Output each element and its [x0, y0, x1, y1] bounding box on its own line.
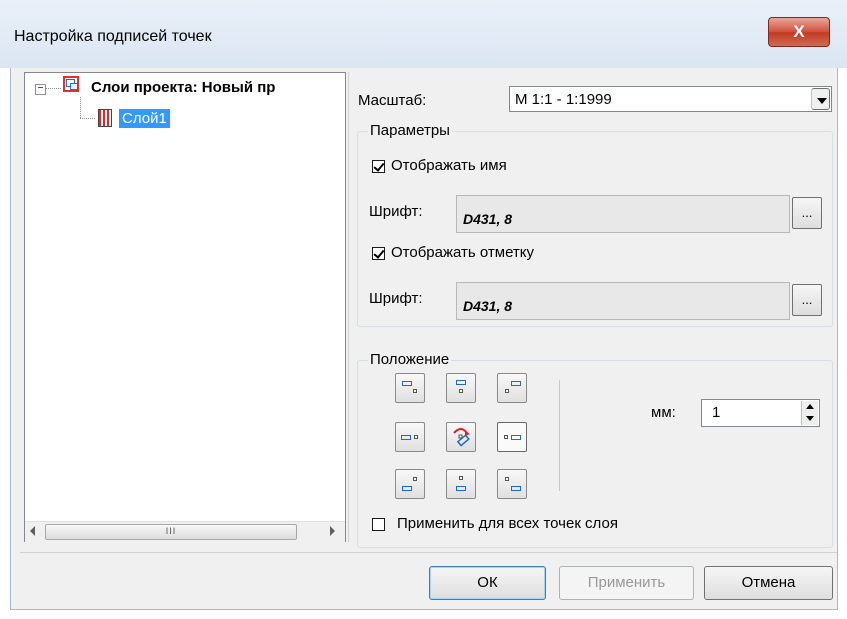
show-mark-label[interactable]: Отображать отметку	[391, 244, 534, 261]
chevron-down-icon[interactable]	[811, 88, 830, 110]
window-title: Настройка подписей точек	[14, 28, 212, 45]
position-group-title: Положение	[368, 351, 452, 368]
tree-connector	[46, 88, 61, 89]
font1-browse-button[interactable]: ...	[792, 197, 822, 229]
mm-spinner[interactable]: 1	[701, 399, 820, 427]
font2-field: D431, 8	[456, 282, 790, 320]
mm-value[interactable]: 1	[712, 404, 720, 421]
splitter[interactable]	[348, 72, 349, 542]
scale-value: М 1:1 - 1:1999	[515, 91, 612, 108]
font2-label: Шрифт:	[369, 290, 423, 307]
position-bottom-left-button[interactable]	[395, 469, 425, 499]
position-divider	[559, 380, 560, 491]
tree-item-layer1[interactable]: Слой1	[119, 109, 170, 128]
font1-field: D431, 8	[456, 195, 790, 233]
show-mark-checkbox[interactable]	[372, 247, 385, 260]
rotate-icon	[453, 428, 470, 447]
ok-button[interactable]: ОК	[429, 566, 546, 600]
scroll-right-icon[interactable]	[330, 526, 335, 536]
font2-value: D431, 8	[463, 298, 513, 314]
scroll-thumb[interactable]: III	[45, 524, 297, 540]
position-top-right-button[interactable]	[497, 373, 527, 403]
position-middle-left-button[interactable]	[395, 422, 425, 452]
font1-value: D431, 8	[463, 211, 513, 227]
spinner-down-icon[interactable]	[801, 413, 818, 425]
scale-label: Масштаб:	[358, 92, 427, 109]
apply-all-checkbox[interactable]	[372, 518, 385, 531]
mm-label: мм:	[651, 404, 676, 421]
position-top-center-button[interactable]	[446, 373, 476, 403]
position-top-left-button[interactable]	[395, 373, 425, 403]
show-name-label[interactable]: Отображать имя	[391, 157, 507, 174]
project-layers-icon	[63, 76, 79, 92]
font2-browse-button[interactable]: ...	[792, 284, 822, 316]
cancel-button[interactable]: Отмена	[704, 566, 833, 600]
position-bottom-right-button[interactable]	[497, 469, 527, 499]
tree-item-project-layers[interactable]: Слои проекта: Новый пр	[91, 79, 341, 96]
position-middle-right-button[interactable]	[497, 422, 527, 452]
tree-connector	[80, 118, 95, 119]
layers-tree[interactable]: − Слои проекта: Новый пр Слой1 III	[24, 72, 346, 542]
position-rotate-button[interactable]	[446, 422, 476, 452]
show-name-checkbox[interactable]	[372, 160, 385, 173]
tree-connector	[80, 97, 81, 118]
apply-all-label[interactable]: Применить для всех точек слоя	[397, 515, 618, 532]
layer-icon	[98, 109, 112, 127]
font1-label: Шрифт:	[369, 203, 423, 220]
parameters-group-title: Параметры	[368, 122, 452, 139]
position-bottom-center-button[interactable]	[446, 469, 476, 499]
close-button[interactable]: X	[768, 17, 830, 47]
scroll-left-icon[interactable]	[30, 526, 35, 536]
scale-select[interactable]: М 1:1 - 1:1999	[509, 86, 832, 112]
apply-button[interactable]: Применить	[559, 566, 694, 600]
title-bar: Настройка подписей точек X	[0, 0, 847, 68]
footer-separator	[20, 552, 837, 553]
horizontal-scrollbar[interactable]: III	[25, 521, 345, 542]
tree-expander-icon[interactable]: −	[35, 84, 46, 95]
